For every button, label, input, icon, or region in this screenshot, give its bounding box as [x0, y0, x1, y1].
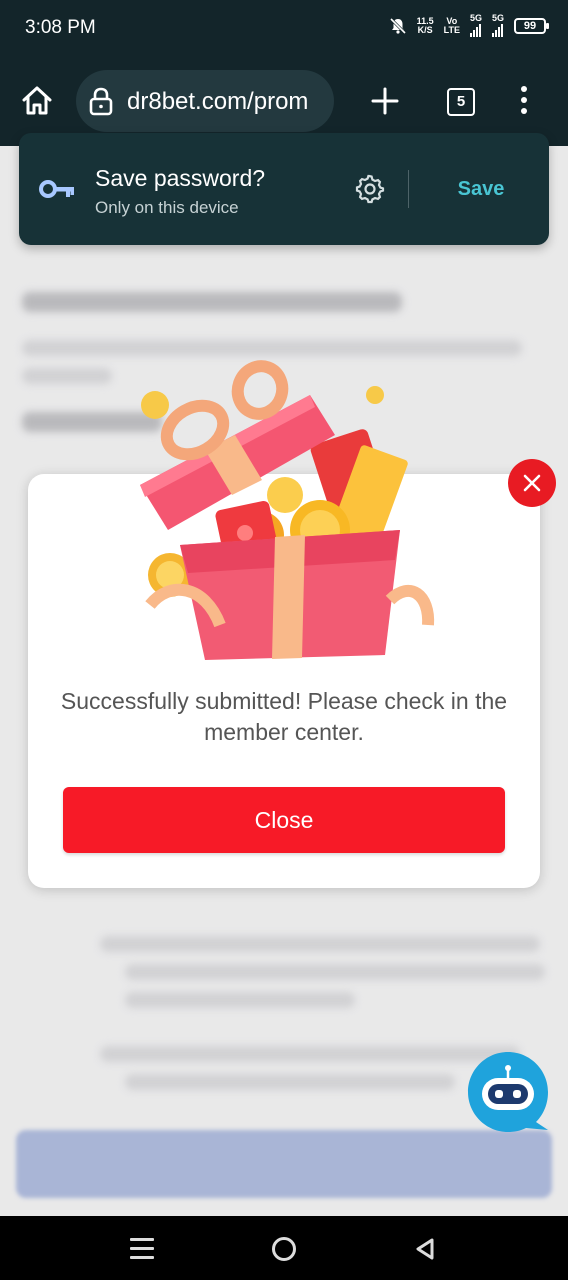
signal-bars-icon [469, 23, 482, 37]
new-tab-icon[interactable] [370, 86, 400, 116]
address-bar[interactable]: dr8bet.com/prom [76, 70, 334, 132]
lock-icon[interactable] [88, 86, 114, 116]
bell-off-icon [389, 17, 406, 34]
save-password-button[interactable]: Save [441, 178, 521, 201]
url-text[interactable]: dr8bet.com/prom [127, 88, 308, 116]
home-icon[interactable] [20, 84, 54, 118]
save-password-title: Save password? [95, 165, 266, 191]
clock: 3:08 PM [25, 17, 96, 38]
gear-icon[interactable] [355, 174, 385, 204]
status-bar: 3:08 PM 11.5 K/S Vo LTE 5G 5G 99 [0, 0, 568, 58]
net-speed: 11.5 K/S [416, 15, 434, 35]
status-icons: 11.5 K/S Vo LTE 5G 5G 99 [389, 14, 549, 37]
close-icon[interactable] [508, 459, 556, 507]
signal-bars-icon [491, 23, 504, 37]
battery-icon: 99 [514, 17, 549, 34]
signal-2: 5G [491, 14, 504, 37]
close-button[interactable]: Close [63, 787, 505, 853]
overflow-menu-icon[interactable] [514, 86, 534, 116]
home-nav-icon[interactable] [272, 1237, 296, 1261]
dismiss-button[interactable] [508, 459, 556, 507]
system-nav-bar [0, 1216, 568, 1280]
volte-indicator: Vo LTE [443, 15, 460, 35]
save-password-bar: Save password? Only on this device Save [19, 133, 549, 245]
divider [408, 170, 409, 208]
save-password-subtitle: Only on this device [95, 198, 239, 217]
tab-switcher-button[interactable]: 5 [447, 88, 475, 116]
recent-apps-icon[interactable] [130, 1238, 154, 1265]
chatbot-button[interactable] [466, 1050, 550, 1134]
success-message: Successfully submitted! Please check in … [60, 688, 508, 745]
back-icon[interactable] [414, 1237, 436, 1261]
gift-box-illustration [140, 360, 435, 660]
signal-1: 5G [469, 14, 482, 37]
key-icon [39, 180, 74, 198]
